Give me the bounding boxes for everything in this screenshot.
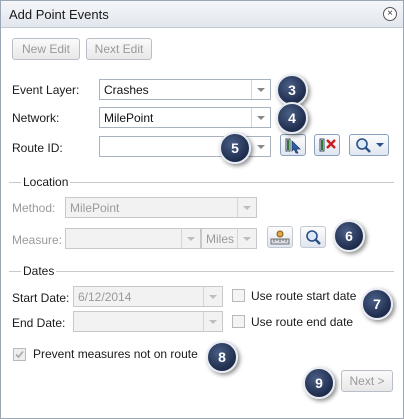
network-dropdown[interactable]: MilePoint — [99, 107, 271, 128]
end-date-picker[interactable] — [73, 311, 223, 332]
chevron-down-icon — [237, 229, 256, 248]
method-dropdown[interactable]: MilePoint — [65, 197, 257, 218]
measure-label: Measure: — [12, 233, 63, 247]
window-title: Add Point Events — [9, 7, 109, 22]
use-route-end-date-checkbox[interactable] — [232, 315, 245, 328]
measure-tool-button[interactable] — [267, 226, 293, 248]
use-route-start-date-label: Use route start date — [251, 289, 357, 303]
prevent-measures-checkbox[interactable] — [13, 348, 26, 361]
end-date-label: End Date: — [12, 316, 66, 330]
dates-divider — [9, 271, 394, 272]
start-date-picker[interactable]: 6/12/2014 — [73, 286, 223, 307]
use-route-end-date-label: Use route end date — [251, 315, 354, 329]
network-value: MilePoint — [104, 111, 154, 125]
magnifier-icon — [356, 138, 384, 153]
chevron-down-icon — [237, 198, 256, 217]
clear-route-icon — [319, 138, 336, 152]
start-date-label: Start Date: — [12, 291, 70, 305]
method-label: Method: — [12, 201, 56, 215]
network-label: Network: — [12, 111, 60, 125]
chevron-down-icon — [251, 108, 270, 127]
measure-units-value: Miles — [206, 232, 235, 246]
location-section-title: Location — [21, 175, 71, 189]
checkmark-icon — [15, 350, 24, 359]
use-route-start-date-checkbox[interactable] — [232, 289, 245, 302]
prevent-measures-label: Prevent measures not on route — [33, 347, 198, 361]
callout-badge: 8 — [206, 341, 238, 373]
magnifier-icon — [306, 230, 321, 245]
close-icon[interactable]: × — [383, 7, 397, 21]
callout-badge: 7 — [361, 288, 393, 320]
add-point-events-window: Add Point Events × New Edit Next Edit Ev… — [0, 0, 404, 419]
event-layer-label: Event Layer: — [12, 83, 80, 97]
chevron-down-icon — [252, 137, 270, 156]
start-date-value: 6/12/2014 — [78, 290, 132, 304]
chevron-down-icon — [181, 229, 200, 248]
next-edit-button[interactable]: Next Edit — [86, 38, 152, 60]
new-edit-button[interactable]: New Edit — [12, 38, 80, 60]
clear-route-selection-button[interactable] — [314, 134, 340, 156]
measure-units-dropdown[interactable]: Miles — [201, 228, 257, 249]
chevron-down-icon — [203, 287, 222, 306]
dates-section-title: Dates — [21, 264, 57, 278]
callout-badge: 4 — [276, 102, 308, 134]
event-layer-value: Crashes — [104, 83, 149, 97]
chevron-down-icon — [251, 80, 270, 99]
callout-badge: 5 — [219, 132, 251, 164]
ruler-icon — [270, 230, 290, 245]
event-layer-dropdown[interactable]: Crashes — [99, 79, 271, 100]
route-id-label: Route ID: — [12, 141, 63, 155]
measure-input[interactable] — [65, 228, 201, 249]
next-button[interactable]: Next > — [341, 370, 393, 392]
zoom-to-measure-button[interactable] — [300, 226, 326, 248]
zoom-to-route-button[interactable] — [349, 134, 389, 156]
select-route-on-map-button[interactable] — [280, 134, 306, 156]
route-select-icon — [285, 138, 301, 154]
callout-badge: 6 — [333, 220, 365, 252]
callout-badge: 9 — [303, 367, 335, 399]
title-bar: Add Point Events × — [1, 1, 403, 28]
method-value: MilePoint — [70, 201, 120, 215]
chevron-down-icon — [203, 312, 222, 331]
